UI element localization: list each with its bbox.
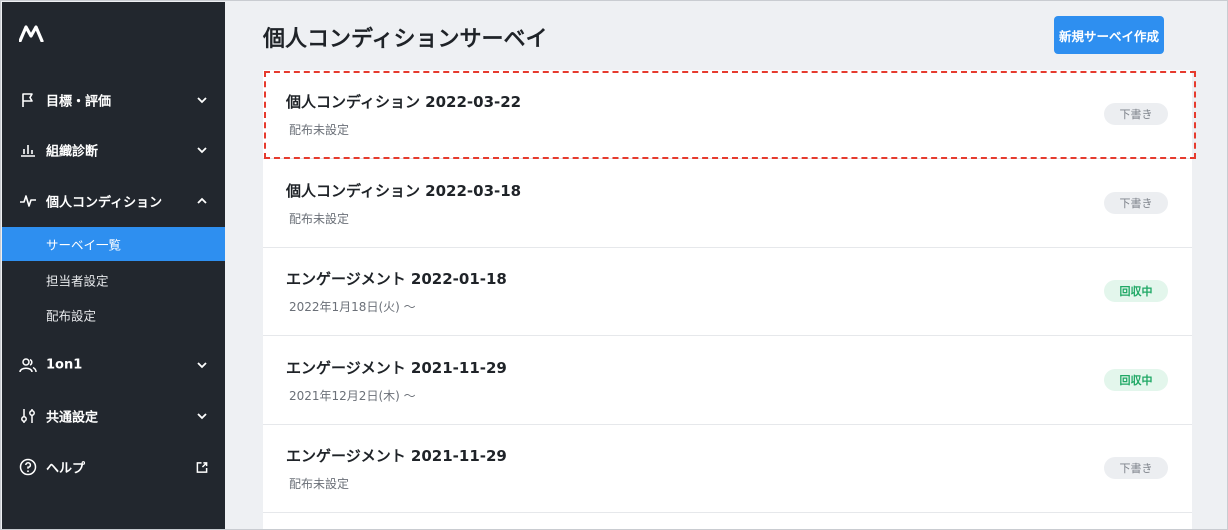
chevron-down-icon xyxy=(196,144,208,156)
sidebar-subitem-distribution-settings[interactable]: 配布設定 xyxy=(2,298,225,332)
sidebar-item-personal-condition[interactable]: 個人コンディション xyxy=(2,186,225,216)
status-badge: 回収中 xyxy=(1104,280,1168,302)
sidebar-item-label: 1on1 xyxy=(46,357,83,373)
status-badge: 下書き xyxy=(1104,192,1168,214)
chevron-down-icon xyxy=(196,410,208,422)
sidebar-item-help[interactable]: ヘルプ xyxy=(2,452,225,482)
survey-title: エンゲージメント 2021-11-29 xyxy=(286,447,507,465)
sidebar-subitem-survey-list[interactable]: サーベイ一覧 xyxy=(2,227,225,261)
sidebar-item-label: 個人コンディション xyxy=(46,195,163,211)
sidebar-item-label: 組織診断 xyxy=(46,144,99,160)
sidebar-subitem-assignee-settings[interactable]: 担当者設定 xyxy=(2,263,225,297)
brand-logo-icon[interactable] xyxy=(18,24,45,43)
chevron-down-icon xyxy=(196,359,208,371)
sidebar-item-org-diagnosis[interactable]: 組織診断 xyxy=(2,135,225,165)
sidebar-item-label: 共通設定 xyxy=(46,410,99,426)
survey-distribution-status: 配布未設定 xyxy=(289,123,350,137)
sidebar-subitem-label: 担当者設定 xyxy=(46,273,109,289)
sidebar-subitem-label: サーベイ一覧 xyxy=(46,237,122,253)
status-badge: 下書き xyxy=(1104,457,1168,479)
survey-list: 個人コンディション 2022-03-22 配布未設定 下書き 個人コンディション… xyxy=(263,70,1192,529)
survey-card[interactable]: 個人コンディション 2022-03-18 配布未設定 下書き xyxy=(263,159,1192,248)
sidebar-item-1on1[interactable]: 1on1 xyxy=(2,350,225,380)
survey-card[interactable]: エンゲージメント 2021-11-29 2021年12月2日(木) 〜 回収中 xyxy=(263,336,1192,425)
users-icon xyxy=(19,356,37,374)
survey-distribution-date: 2022年1月18日(火) 〜 xyxy=(289,300,416,314)
sidebar: 目標・評価 組織診断 個人コンディション サーベイ一覧 担当者設定 配布設定 1… xyxy=(2,2,225,529)
sidebar-item-label: 目標・評価 xyxy=(46,94,112,110)
sidebar-item-goals[interactable]: 目標・評価 xyxy=(2,85,225,115)
survey-title: 個人コンディション 2022-03-22 xyxy=(286,93,522,111)
survey-card[interactable]: エンゲージメント 2021-11-29 配布未設定 下書き xyxy=(263,424,1192,513)
new-survey-button[interactable]: 新規サーベイ作成 xyxy=(1054,16,1164,54)
chevron-up-icon xyxy=(196,195,208,207)
app-window: 目標・評価 組織診断 個人コンディション サーベイ一覧 担当者設定 配布設定 1… xyxy=(0,0,1228,530)
flag-icon xyxy=(19,91,37,109)
bar-chart-icon xyxy=(19,141,37,159)
survey-distribution-status: 配布未設定 xyxy=(289,477,350,491)
survey-distribution-status: 配布未設定 xyxy=(289,212,350,226)
survey-title: 個人コンディション 2022-03-18 xyxy=(286,182,522,200)
help-circle-icon xyxy=(19,458,37,476)
status-badge: 回収中 xyxy=(1104,369,1168,391)
sidebar-item-common-settings[interactable]: 共通設定 xyxy=(2,401,225,431)
sidebar-item-label: ヘルプ xyxy=(46,461,86,477)
survey-title: エンゲージメント 2021-11-29 xyxy=(286,359,507,377)
survey-card[interactable]: 個人コンディション 2022-03-22 配布未設定 下書き xyxy=(263,70,1192,159)
status-badge: 下書き xyxy=(1104,103,1168,125)
survey-distribution-date: 2021年12月2日(木) 〜 xyxy=(289,389,416,403)
survey-card[interactable]: エンゲージメント 2022-01-18 2022年1月18日(火) 〜 回収中 xyxy=(263,247,1192,336)
sliders-icon xyxy=(19,407,37,425)
survey-title: エンゲージメント 2022-01-18 xyxy=(286,270,507,288)
page-title: 個人コンディションサーベイ xyxy=(263,27,548,52)
chevron-down-icon xyxy=(196,94,208,106)
pulse-icon xyxy=(19,192,37,210)
external-link-icon xyxy=(196,461,208,473)
sidebar-subitem-label: 配布設定 xyxy=(46,308,97,324)
